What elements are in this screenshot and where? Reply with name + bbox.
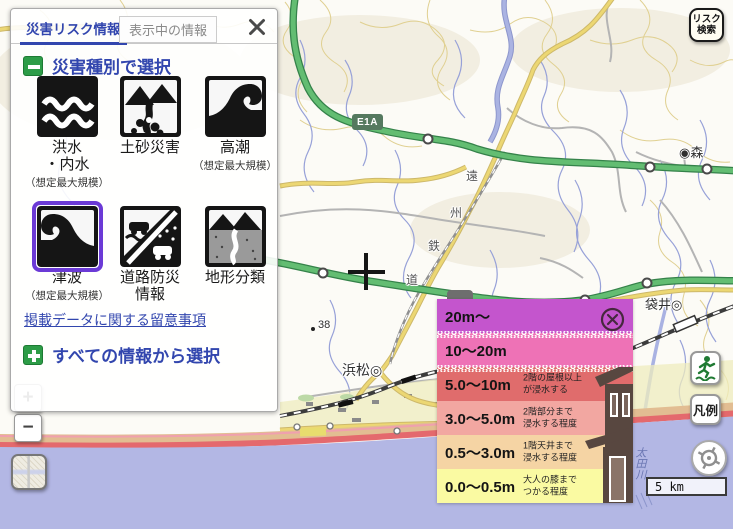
- map-label-hamamatsu: 浜松◎: [342, 360, 382, 380]
- depth-description: 2階部分まで 浸水する程度: [523, 406, 577, 429]
- section-disaster-type: 災害種別で選択: [23, 53, 171, 78]
- city-symbol: ◎: [671, 297, 682, 312]
- legend-row: 10～20m: [437, 333, 633, 367]
- depth-range: 5.0～10m: [445, 374, 511, 395]
- legend-toggle-button[interactable]: 凡例: [690, 394, 721, 425]
- gps-crosshair-icon: [696, 445, 722, 471]
- zoom-out-button[interactable]: −: [14, 414, 42, 442]
- scale-label: 5 km: [655, 480, 684, 494]
- railway-name-char: 遠: [466, 167, 478, 184]
- city-symbol: ◎: [370, 362, 382, 378]
- gps-location-button[interactable]: [691, 440, 727, 476]
- close-icon: [600, 307, 625, 332]
- disaster-type-road-info[interactable]: 道路防災 情報: [105, 206, 195, 305]
- railway-name-char: 鉄: [428, 237, 440, 254]
- map-label-fukuroi: 袋井◎: [645, 294, 682, 313]
- disaster-type-storm-surge[interactable]: 高潮 （想定最大規模）: [190, 76, 280, 173]
- risk-search-button[interactable]: リスク 検索: [689, 8, 724, 42]
- disaster-type-landslide[interactable]: 土砂災害: [105, 76, 195, 158]
- scale-bar: 5 km: [646, 477, 727, 496]
- depth-range: 20m～: [445, 306, 490, 327]
- panel-tabbar: 災害リスク情報 表示中の情報: [11, 9, 277, 44]
- road-disaster-icon: [120, 206, 181, 267]
- disaster-type-flood[interactable]: 洪水 ・内水 （想定最大規模）: [22, 76, 112, 190]
- evacuation-site-button[interactable]: [690, 351, 721, 385]
- landform-icon: [205, 206, 266, 267]
- expressway-badge: E1A: [352, 114, 383, 130]
- legend-row: 3.0～5.0m 2階部分まで 浸水する程度: [437, 401, 633, 435]
- depth-range: 0.0～0.5m: [445, 476, 515, 497]
- depth-range: 3.0～5.0m: [445, 408, 515, 429]
- depth-description: 2階の屋根以上 が浸水する: [523, 372, 582, 395]
- section-title: 災害種別で選択: [52, 53, 171, 78]
- depth-range: 10～20m: [445, 340, 507, 361]
- landslide-icon: [120, 76, 181, 137]
- legend-row: 0.0～0.5m 大人の膝まで つかる程度: [437, 469, 633, 503]
- disaster-type-landform[interactable]: 地形分類: [190, 206, 280, 288]
- town-symbol: ◉: [679, 145, 690, 160]
- tsunami-selected-outline: [37, 206, 98, 267]
- elevation-label: 38: [318, 319, 330, 331]
- railway-name-char: 道: [406, 271, 418, 288]
- tab-disaster-risk-info[interactable]: 災害リスク情報: [20, 15, 127, 45]
- legend-close-button[interactable]: [600, 307, 625, 332]
- railway-name-char: 州: [450, 204, 462, 221]
- tsunami-icon: [37, 206, 98, 267]
- flood-icon: [37, 76, 98, 137]
- close-icon: [248, 18, 266, 36]
- legend-row: 5.0～10m 2階の屋根以上 が浸水する: [437, 367, 633, 401]
- tsunami-depth-legend: 20m～ 10～20m 5.0～10m 2階の屋根以上 が浸水する 3.0～5.…: [437, 299, 633, 503]
- depth-description: 1階天井まで 浸水する程度: [523, 440, 577, 463]
- map-label-mori: ◉森: [679, 142, 703, 161]
- depth-description: 大人の膝まで つかる程度: [523, 474, 577, 497]
- river-name-label: 太田川: [632, 447, 648, 480]
- tab-displayed-info[interactable]: 表示中の情報: [119, 16, 217, 43]
- disaster-risk-panel: 災害リスク情報 表示中の情報 災害種別で選択 洪水 ・内水 （想定最: [10, 8, 278, 412]
- depth-range: 0.5～3.0m: [445, 442, 515, 463]
- running-person-icon: [694, 355, 717, 381]
- panel-close-button[interactable]: [248, 18, 266, 36]
- disaster-type-tsunami[interactable]: 津波 （想定最大規模）: [22, 206, 112, 303]
- legend-row: 0.5～3.0m 1階天井まで 浸水する程度: [437, 435, 633, 469]
- section-title: すべての情報から選択: [52, 342, 220, 367]
- collapse-minus-icon[interactable]: [23, 56, 43, 76]
- minimap-button[interactable]: [11, 454, 47, 490]
- data-notes-link[interactable]: 掲載データに関する留意事項: [24, 310, 206, 330]
- elevation-dot: [311, 327, 315, 331]
- expand-plus-icon[interactable]: [23, 345, 43, 365]
- storm-surge-icon: [205, 76, 266, 137]
- hazard-map-app: E1A ◉森 袋井◎ 浜松◎ 遠 州 鉄 道 太田川 38 + − リスク 検索…: [0, 0, 733, 529]
- section-all-info: すべての情報から選択: [23, 342, 220, 367]
